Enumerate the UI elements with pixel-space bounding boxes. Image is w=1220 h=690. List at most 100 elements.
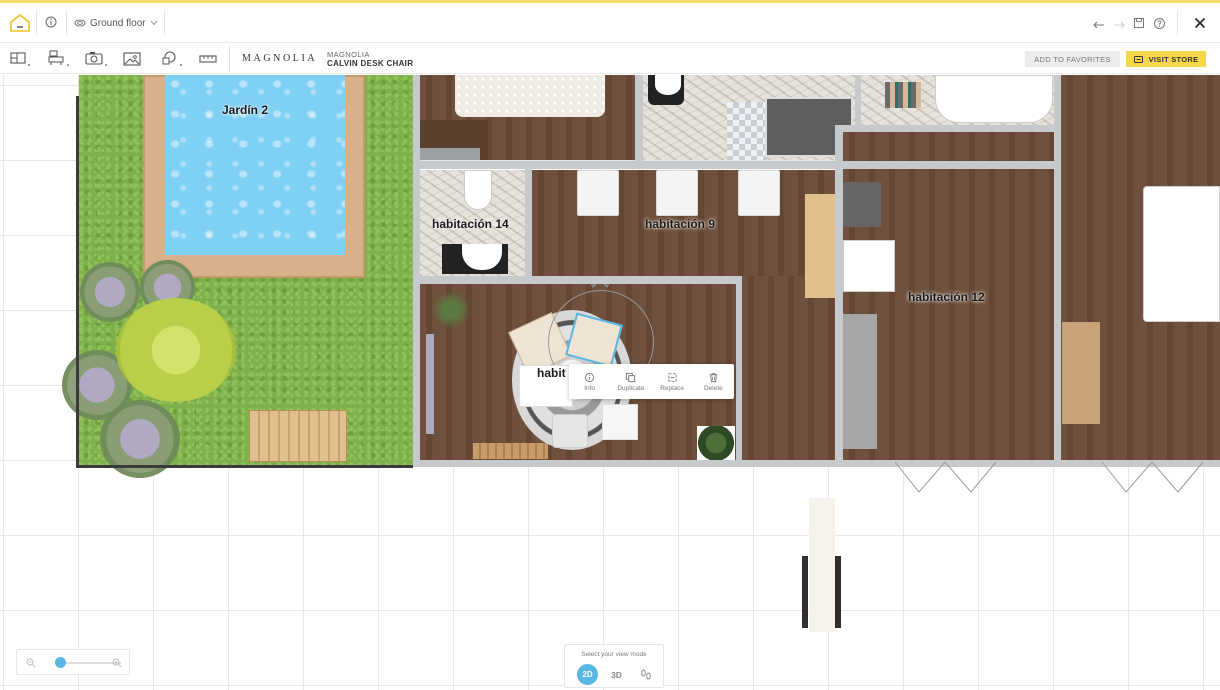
undo-button[interactable] (1089, 13, 1109, 33)
divider (66, 11, 67, 35)
desk[interactable] (805, 194, 835, 298)
wall (835, 125, 843, 467)
duplicate-icon (626, 372, 636, 382)
chair-icon[interactable] (738, 170, 780, 216)
divider (229, 46, 230, 72)
toilet-icon[interactable] (464, 170, 492, 210)
bench (420, 148, 480, 160)
product-name: CALVIN DESK CHAIR (327, 59, 414, 68)
visit-store-button[interactable]: VISIT STORE (1126, 51, 1206, 67)
redo-icon (1114, 21, 1125, 28)
camera-tool[interactable] (82, 49, 110, 69)
top-header: Ground floor (0, 3, 1220, 43)
help-icon (1153, 17, 1165, 29)
room-label[interactable]: Jardín 2 (222, 103, 268, 117)
chair-icon[interactable] (577, 170, 619, 216)
chevron-down-icon (150, 20, 157, 26)
wall (525, 169, 532, 277)
zoom-in-icon[interactable] (112, 658, 122, 668)
replace-menu-item[interactable]: Replace (652, 364, 693, 399)
room-label[interactable]: habitación 9 (645, 217, 715, 231)
layout-icon (10, 52, 30, 66)
close-button[interactable] (1186, 13, 1214, 33)
zoom-control (16, 649, 130, 675)
stove-icon[interactable] (843, 240, 895, 292)
radiator (426, 334, 434, 434)
save-icon (1134, 18, 1144, 28)
towel-rack (885, 82, 921, 108)
catalog-icon (48, 50, 69, 66)
close-icon (1194, 17, 1206, 29)
image-icon (123, 52, 141, 66)
wall (635, 75, 643, 163)
home-button[interactable] (6, 10, 34, 36)
footsteps-icon (640, 669, 651, 679)
view-2d-button[interactable]: 2D (577, 664, 598, 685)
garden-wall (76, 465, 413, 468)
info-icon (45, 16, 57, 28)
save-button[interactable] (1129, 13, 1149, 33)
trash-icon (709, 372, 718, 382)
selected-product: MAGNOLIA CALVIN DESK CHAIR (327, 50, 413, 68)
wall (855, 75, 861, 132)
delete-menu-item[interactable]: Delete (693, 364, 734, 399)
info-menu-item[interactable]: Info (569, 364, 610, 399)
view-3d-button[interactable]: 3D (606, 664, 627, 685)
floor-planner-app: Ground floor MAGNOLIA MAGNOLIA CALVIN DE… (0, 0, 1220, 690)
replace-icon (668, 372, 677, 382)
shelf (473, 443, 548, 459)
view-mode-selector: Select your view mode 2D 3D (564, 644, 664, 688)
bed-icon[interactable] (1143, 186, 1220, 322)
garden-bench[interactable] (249, 410, 347, 462)
duplicate-menu-item[interactable]: Duplicate (610, 364, 651, 399)
wall (736, 276, 742, 460)
walkthrough-button[interactable] (635, 664, 656, 685)
chair-icon[interactable] (552, 414, 588, 448)
product-brand: MAGNOLIA (327, 50, 370, 59)
redo-button[interactable] (1109, 13, 1129, 33)
room-label[interactable]: habitación 12 (908, 290, 985, 304)
divider (164, 11, 165, 35)
counter (843, 314, 877, 449)
umbrella-icon[interactable] (116, 298, 236, 402)
image-tool[interactable] (118, 49, 146, 69)
measure-tool[interactable] (194, 49, 222, 69)
door-swing-icon (1101, 461, 1204, 493)
shapes-tool[interactable] (157, 49, 185, 69)
wall (843, 125, 1061, 132)
visit-store-label: VISIT STORE (1148, 54, 1199, 64)
zoom-out-icon[interactable] (26, 658, 36, 668)
zoom-slider-handle[interactable] (55, 657, 67, 668)
post (835, 556, 841, 628)
undo-icon (1093, 21, 1104, 28)
door-swing-icon (894, 461, 997, 493)
toilet-bowl (655, 75, 681, 95)
divider (36, 11, 37, 35)
bathtub-icon[interactable] (935, 75, 1053, 123)
plant-icon (428, 288, 474, 332)
chair-icon[interactable] (656, 170, 698, 216)
wall (413, 75, 420, 467)
side-table (602, 404, 638, 440)
menu-label: Info (584, 384, 596, 392)
menu-label: Duplicate (617, 384, 645, 392)
room-label[interactable]: habit (537, 366, 566, 380)
toolbar: MAGNOLIA MAGNOLIA CALVIN DESK CHAIR ADD … (0, 44, 1220, 74)
wall (1054, 75, 1061, 467)
object-context-menu: Info Duplicate Replace Delete (569, 364, 734, 399)
info-button[interactable] (42, 13, 60, 31)
layers-icon (74, 19, 86, 27)
floor-selector[interactable]: Ground floor (74, 14, 158, 32)
help-button[interactable] (1149, 13, 1169, 33)
swimming-pool[interactable] (165, 75, 345, 255)
shapes-icon (162, 51, 182, 66)
furniture-tool[interactable] (44, 49, 72, 69)
brand-logo: MAGNOLIA (242, 53, 318, 64)
wall (420, 276, 742, 284)
camera-icon (85, 52, 107, 66)
room-label[interactable]: habitación 14 (432, 217, 509, 231)
post (802, 556, 808, 628)
wall (420, 161, 1060, 169)
floor-plan-tool[interactable] (6, 49, 34, 69)
add-to-favorites-button[interactable]: ADD TO FAVORITES (1025, 51, 1120, 67)
